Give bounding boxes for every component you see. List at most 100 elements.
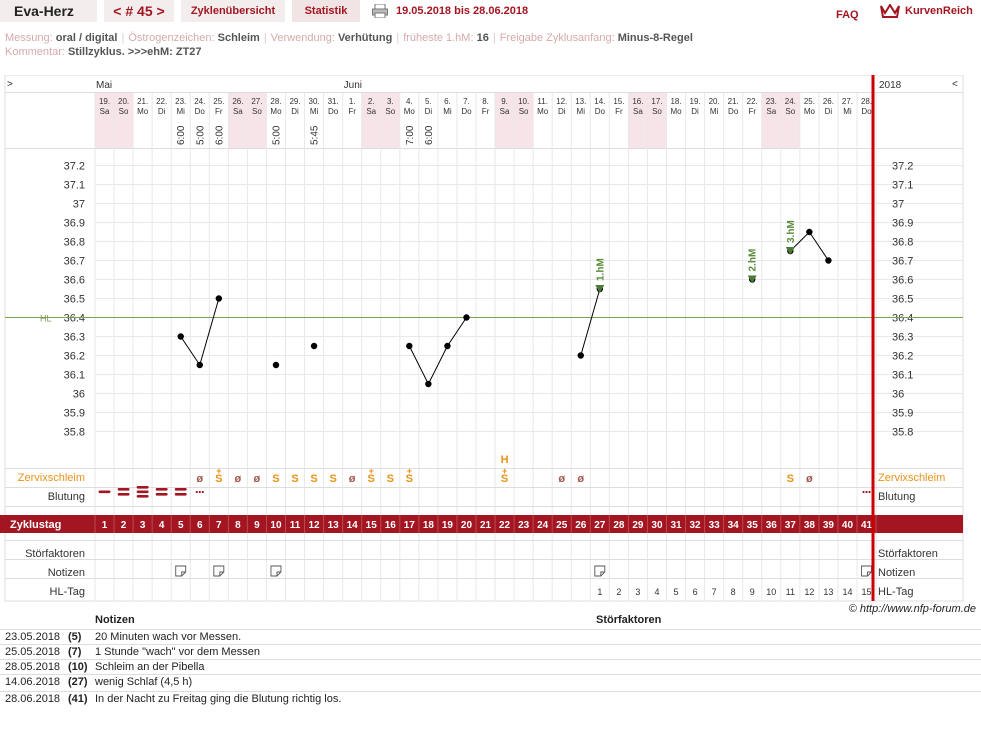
cycle-day-number: 19	[442, 520, 454, 531]
day-date: 19.	[690, 97, 701, 106]
spotting-dot	[201, 490, 204, 494]
y-tick-right: 37.1	[892, 180, 913, 192]
meta1-label-0: Messung:	[5, 32, 56, 44]
cycle-day-number: 28	[613, 520, 625, 531]
day-weekday: Do	[861, 107, 872, 116]
day-weekday: So	[652, 107, 662, 116]
day-date: 23.	[175, 97, 186, 106]
cycle-day-number: 26	[575, 520, 587, 531]
day-date: 27.	[842, 97, 853, 106]
day-date: 7.	[463, 97, 470, 106]
bleeding-bar	[117, 493, 130, 496]
cycle-day-number: 4	[159, 520, 165, 531]
cycle-day-number: 31	[670, 520, 682, 531]
printer-icon[interactable]	[372, 4, 388, 18]
mucus-symbol: S	[310, 473, 317, 485]
temp-point	[196, 361, 203, 369]
day-date: 20.	[118, 97, 129, 106]
day-date: 2.	[368, 97, 375, 106]
meta2-value-0: Stillzyklus. >>>ehM: ZT27	[67, 46, 202, 58]
note-icon	[175, 565, 187, 577]
day-weekday: Do	[461, 107, 472, 116]
cycle-day-number: 38	[804, 520, 816, 531]
day-date: 6.	[444, 97, 451, 106]
cycle-day-number: 16	[385, 520, 397, 531]
tab-statistics[interactable]: Statistik	[292, 0, 360, 22]
day-date: 3.	[387, 97, 394, 106]
day-weekday: Mi	[176, 107, 185, 116]
tab-cycle-overview[interactable]: Zyklenübersicht	[181, 0, 285, 22]
cycle-day-number: 30	[651, 520, 663, 531]
mucus-plus: +	[216, 466, 221, 476]
hl-label: HL	[40, 314, 52, 324]
day-date: 10.	[518, 97, 529, 106]
cycle-day-number: 25	[556, 520, 568, 531]
y-tick-right: 35.9	[892, 408, 913, 420]
note-date: 28.06.2018	[5, 693, 61, 705]
day-weekday: So	[519, 107, 529, 116]
day-date: 28.	[270, 97, 281, 106]
bleeding-bar	[174, 488, 187, 491]
cycle-day-number: 3	[140, 520, 146, 531]
meta1-value-4: Minus-8-Regel	[617, 32, 693, 44]
cycle-day-number: 12	[309, 520, 321, 531]
spotting-dot	[868, 490, 871, 494]
day-date: 30.	[309, 97, 320, 106]
day-date: 26.	[823, 97, 834, 106]
brand-logo[interactable]: KurvenReich	[880, 0, 973, 22]
mucus-label-right: Zervixschleim	[878, 472, 945, 484]
cycle-day-number: 15	[366, 520, 378, 531]
faq-link[interactable]: FAQ	[836, 4, 859, 26]
meta2-label-0: Kommentar:	[5, 46, 68, 58]
y-tick-left: 36	[73, 389, 85, 401]
meta1-value-3: 16	[476, 32, 489, 44]
day-weekday: So	[119, 107, 129, 116]
temp-point	[272, 361, 280, 369]
note-row: 23.05.2018 (5) 20 Minuten wach vor Messen.	[0, 629, 981, 645]
mucus-symbol: ø	[577, 473, 584, 485]
y-tick-right: 36.8	[892, 237, 913, 249]
hl-day-number: 15	[862, 587, 872, 597]
day-weekday: Do	[328, 107, 339, 116]
meta1-label-3: früheste 1.hM:	[403, 32, 477, 44]
y-tick-left: 36.3	[64, 332, 85, 344]
cycle-day-number: 40	[842, 520, 854, 531]
note-date: 23.05.2018	[5, 631, 61, 643]
meta1-value-1: Schleim	[217, 32, 260, 44]
day-weekday: Mo	[670, 107, 682, 116]
bleeding-bar	[174, 493, 187, 496]
note-row: 28.06.2018 (41) In der Nacht zu Freitag gi…	[0, 691, 981, 707]
hl-day-number: 2	[616, 587, 621, 597]
y-tick-right: 36.2	[892, 351, 913, 363]
note-text: 1 Stunde "wach" vor dem Messen	[95, 646, 260, 658]
hl-day-number: 13	[823, 587, 833, 597]
day-date: 13.	[575, 97, 586, 106]
bleeding-bar	[155, 488, 168, 491]
y-tick-right: 36.7	[892, 256, 913, 268]
temp-point	[406, 342, 413, 350]
note-text: wenig Schlaf (4,5 h)	[95, 676, 193, 688]
y-tick-left: 35.8	[64, 427, 85, 439]
y-tick-right: 36.5	[892, 294, 913, 306]
bleeding-label: Blutung	[48, 491, 85, 503]
cycle-navigator[interactable]: < # 45 >	[104, 0, 174, 22]
hl-day-number: 5	[674, 587, 679, 597]
day-weekday: Sa	[366, 107, 376, 116]
cycle-day-number: 41	[861, 520, 873, 531]
meta1-label-4: Freigabe Zyklusanfang:	[499, 32, 618, 44]
day-date: 29.	[289, 97, 300, 106]
hl-day-label: HL-Tag	[50, 586, 85, 598]
day-weekday: Do	[728, 107, 739, 116]
chart-owner-title: Eva-Herz	[0, 0, 97, 22]
day-date: 16.	[632, 97, 643, 106]
day-weekday: Di	[158, 107, 166, 116]
hl-day-label-right: HL-Tag	[878, 586, 913, 598]
cycle-day-number: 32	[690, 520, 702, 531]
day-weekday: Sa	[233, 107, 243, 116]
y-tick-left: 37.2	[64, 161, 85, 173]
notes-row-label-right: Notizen	[878, 567, 915, 579]
hl-day-number: 11	[786, 587, 795, 597]
brand-name: KurvenReich	[905, 5, 973, 17]
y-tick-left: 36.5	[64, 294, 85, 306]
cycle-day-number: 8	[235, 520, 241, 531]
